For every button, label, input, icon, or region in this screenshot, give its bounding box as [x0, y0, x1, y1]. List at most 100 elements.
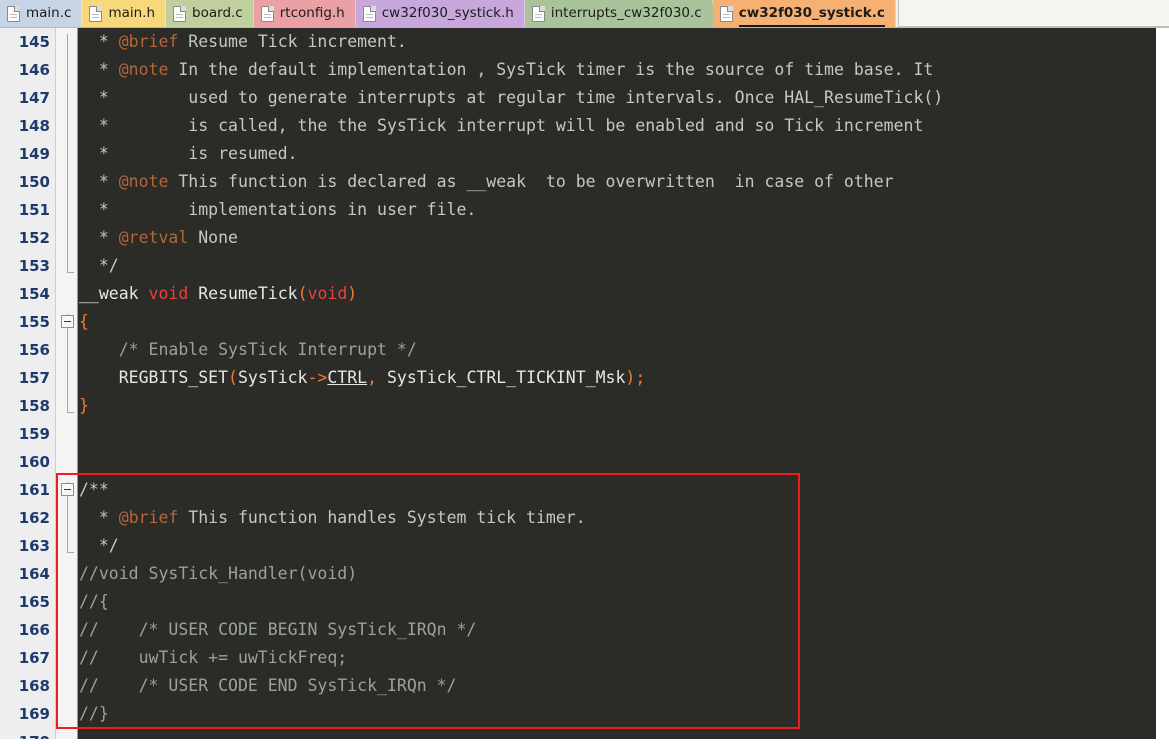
- code-editor-area[interactable]: 145 * @brief Resume Tick increment. 146 *…: [0, 28, 1169, 744]
- editor-tab-label: board.c: [192, 5, 243, 21]
- code-line[interactable]: 149 * is resumed.: [0, 140, 1169, 168]
- code-line[interactable]: 163 */: [0, 532, 1169, 560]
- editor-tab-rtconfig-h[interactable]: rtconfig.h: [253, 0, 356, 27]
- code-line[interactable]: 147 * used to generate interrupts at reg…: [0, 84, 1169, 112]
- line-number: 162: [18, 509, 50, 527]
- code-line-text: * is called, the the SysTick interrupt w…: [79, 116, 924, 135]
- code-line[interactable]: 167 // uwTick += uwTickFreq;: [0, 644, 1169, 672]
- line-number: 157: [18, 369, 50, 387]
- code-line[interactable]: 154 __weak void ResumeTick(void): [0, 280, 1169, 308]
- code-line-text: //{: [79, 592, 109, 611]
- tab-bar-empty-area: [897, 0, 1169, 27]
- code-line-text: * implementations in user file.: [79, 200, 477, 219]
- code-line-text: * @retval None: [79, 228, 238, 247]
- code-line[interactable]: 145 * @brief Resume Tick increment.: [0, 28, 1169, 56]
- code-line-text: * @brief Resume Tick increment.: [79, 32, 407, 51]
- fold-region-end-tick: [67, 412, 74, 413]
- line-number: 168: [18, 677, 50, 695]
- code-line[interactable]: 151 * implementations in user file.: [0, 196, 1169, 224]
- code-line-text: }: [79, 396, 89, 415]
- line-number: 153: [18, 257, 50, 275]
- line-number: 146: [18, 61, 50, 79]
- line-number: 169: [18, 705, 50, 723]
- code-line[interactable]: 152 * @retval None: [0, 224, 1169, 252]
- line-number: 156: [18, 341, 50, 359]
- line-number: 159: [18, 425, 50, 443]
- fold-collapse-button[interactable]: [61, 315, 74, 328]
- editor-tab-label: main.c: [26, 5, 72, 21]
- line-number: 154: [18, 285, 50, 303]
- editor-tab-cw32f030-systick-h[interactable]: cw32f030_systick.h: [355, 0, 525, 27]
- editor-tab-cw32f030-systick-c[interactable]: cw32f030_systick.c: [712, 0, 896, 27]
- editor-tab-board-c[interactable]: board.c: [166, 0, 254, 27]
- fold-region-end-tick: [67, 552, 74, 553]
- code-line[interactable]: 164 //void SysTick_Handler(void): [0, 560, 1169, 588]
- code-line-text: //void SysTick_Handler(void): [79, 564, 358, 583]
- line-number: 149: [18, 145, 50, 163]
- code-line-text: REGBITS_SET(SysTick->CTRL, SysTick_CTRL_…: [79, 368, 646, 387]
- file-icon: [531, 5, 545, 22]
- fold-region-line: [67, 314, 68, 412]
- line-number: 166: [18, 621, 50, 639]
- line-number: 150: [18, 173, 50, 191]
- code-line-text: * used to generate interrupts at regular…: [79, 88, 944, 107]
- code-line-text: */: [79, 536, 119, 555]
- code-line[interactable]: 153 */: [0, 252, 1169, 280]
- line-number: 164: [18, 565, 50, 583]
- code-line[interactable]: 156 /* Enable SysTick Interrupt */: [0, 336, 1169, 364]
- code-line-text: //}: [79, 704, 109, 723]
- file-icon: [7, 5, 20, 22]
- editor-tab-label: cw32f030_systick.h: [381, 5, 514, 21]
- editor-tab-main-c[interactable]: main.c: [0, 0, 83, 27]
- code-line[interactable]: 155 {: [0, 308, 1169, 336]
- editor-tab-label: cw32f030_systick.c: [738, 1, 885, 27]
- code-line-text: * @brief This function handles System ti…: [79, 508, 586, 527]
- file-icon: [173, 5, 187, 22]
- fold-region-end-tick: [67, 272, 74, 273]
- code-line[interactable]: 146 * @note In the default implementatio…: [0, 56, 1169, 84]
- editor-tab-interrupts-cw32f030-c[interactable]: interrupts_cw32f030.c: [524, 0, 721, 27]
- code-line-text: /**: [79, 480, 109, 499]
- code-line[interactable]: 169 //}: [0, 700, 1169, 728]
- code-line[interactable]: 150 * @note This function is declared as…: [0, 168, 1169, 196]
- line-number: 167: [18, 649, 50, 667]
- line-number: 160: [18, 453, 50, 471]
- code-line[interactable]: 162 * @brief This function handles Syste…: [0, 504, 1169, 532]
- code-line[interactable]: 168 // /* USER CODE END SysTick_IRQn */: [0, 672, 1169, 700]
- line-number: 158: [18, 397, 50, 415]
- editor-tab-label: rtconfig.h: [279, 5, 345, 21]
- code-line[interactable]: 157 REGBITS_SET(SysTick->CTRL, SysTick_C…: [0, 364, 1169, 392]
- code-line[interactable]: 148 * is called, the the SysTick interru…: [0, 112, 1169, 140]
- editor-tab-label: main.h: [108, 5, 156, 21]
- code-line[interactable]: 166 // /* USER CODE BEGIN SysTick_IRQn */: [0, 616, 1169, 644]
- code-line[interactable]: 159: [0, 420, 1169, 448]
- line-number: 152: [18, 229, 50, 247]
- file-icon: [719, 5, 733, 22]
- code-editor-window: main.c main.h board.c rtconfig.h cw32f030_sy…: [0, 0, 1169, 744]
- code-line-text: // /* USER CODE BEGIN SysTick_IRQn */: [79, 620, 477, 639]
- code-line-text: * @note This function is declared as __w…: [79, 172, 894, 191]
- line-number: 155: [18, 313, 50, 331]
- line-number: 147: [18, 89, 50, 107]
- line-number: 145: [18, 33, 50, 51]
- fold-collapse-button[interactable]: [61, 483, 74, 496]
- code-lines-container[interactable]: 145 * @brief Resume Tick increment. 146 *…: [0, 28, 1169, 744]
- file-icon: [89, 5, 103, 22]
- editor-tab-main-h[interactable]: main.h: [82, 0, 167, 27]
- editor-tab-bar[interactable]: main.c main.h board.c rtconfig.h cw32f030_sy…: [0, 0, 1169, 28]
- editor-tab-label: interrupts_cw32f030.c: [550, 5, 702, 21]
- code-line[interactable]: 165 //{: [0, 588, 1169, 616]
- editor-right-margin: [1156, 28, 1169, 744]
- code-line[interactable]: 161 /**: [0, 476, 1169, 504]
- file-icon: [362, 5, 376, 22]
- code-line-text: * @note In the default implementation , …: [79, 60, 934, 79]
- line-number: 163: [18, 537, 50, 555]
- code-line-text: */: [79, 256, 119, 275]
- code-line-text: /* Enable SysTick Interrupt */: [79, 340, 417, 359]
- line-number: 151: [18, 201, 50, 219]
- code-line[interactable]: 160: [0, 448, 1169, 476]
- code-line-text: {: [79, 312, 89, 331]
- line-number: 165: [18, 593, 50, 611]
- line-number: 161: [18, 481, 50, 499]
- code-line[interactable]: 158}: [0, 392, 1169, 420]
